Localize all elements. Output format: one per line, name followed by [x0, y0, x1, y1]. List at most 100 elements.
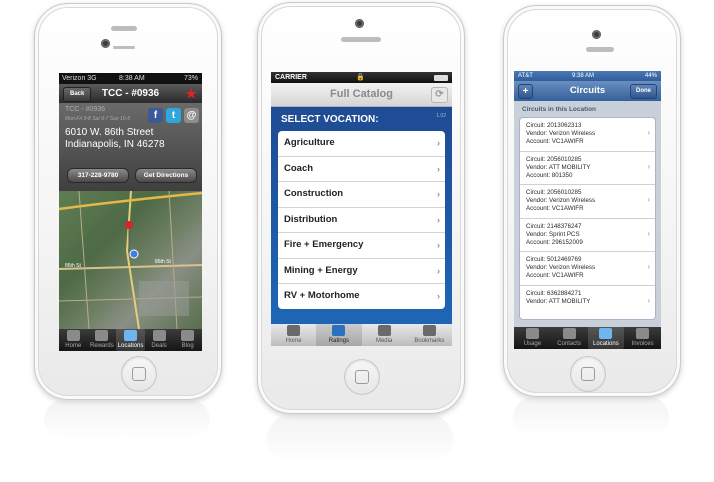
map-street-label-2: 86th St [155, 259, 171, 265]
list-item[interactable]: Mining + Energy › [278, 259, 445, 284]
home-icon [287, 325, 301, 336]
circuit-account: Account: VC1AWIFR [526, 272, 584, 280]
tab-contacts[interactable]: Contacts [551, 327, 588, 349]
time-text: 8:38 AM [119, 75, 145, 82]
earpiece-speaker [113, 46, 135, 49]
vocation-panel: SELECT VOCATION: 1.02 Agriculture › Coach… [271, 107, 452, 324]
chevron-right-icon: › [437, 138, 440, 148]
circuits-panel: Circuits in this Location Circuit: 20130… [514, 101, 661, 327]
circuit-account: Account: VC1AWIFR [526, 138, 584, 146]
version-text: 1.02 [436, 113, 446, 119]
battery-text: 44% [644, 73, 657, 79]
facebook-icon[interactable]: f [148, 108, 163, 123]
tab-home[interactable]: Home [271, 324, 316, 346]
list-item[interactable]: Construction › [278, 182, 445, 208]
circuit-number: Circuit: 2056010285 [526, 155, 582, 163]
back-button[interactable]: Back [63, 87, 92, 102]
list-item[interactable]: Circuit: 2148376247 Vendor: Sprint PCS A… [520, 219, 655, 252]
get-directions-button[interactable]: Get Directions [135, 168, 197, 183]
home-button[interactable] [344, 359, 380, 395]
front-camera [101, 39, 110, 48]
carrier-text: AT&T [518, 73, 533, 79]
tab-blog[interactable]: Blog [173, 329, 202, 351]
nav-title: Full Catalog [330, 88, 393, 100]
tab-locations[interactable]: Locations [116, 329, 145, 351]
tab-rewards[interactable]: Rewards [88, 329, 117, 351]
list-item[interactable]: Distribution › [278, 208, 445, 233]
tab-invoices[interactable]: Invoices [624, 327, 661, 349]
screen-locations-app: Verizon 3G 8:38 AM 73% Back TCC - #0936 … [59, 73, 202, 351]
chevron-right-icon: › [647, 195, 650, 204]
tab-label: Contacts [557, 341, 581, 347]
item-label: Mining + Energy [284, 264, 358, 276]
tab-ratings[interactable]: Ratings [316, 324, 362, 346]
twitter-icon[interactable]: t [166, 108, 181, 123]
email-icon[interactable]: @ [184, 108, 199, 123]
contacts-icon [562, 328, 576, 339]
tab-label: Locations [593, 341, 619, 347]
list-item[interactable]: RV + Motorhome › [278, 284, 445, 309]
home-button[interactable] [570, 356, 606, 392]
tab-deals[interactable]: Deals [145, 329, 174, 351]
tab-label: Usage [523, 341, 542, 347]
call-button[interactable]: 317-228-9780 [67, 168, 129, 183]
done-button[interactable]: Done [630, 84, 657, 99]
circuit-vendor: Vendor: Sprint PCS [526, 230, 580, 238]
refresh-icon[interactable]: ⟳ [431, 87, 448, 103]
usage-icon [525, 328, 539, 339]
chevron-right-icon: › [647, 228, 650, 238]
circuit-vendor: Vendor: ATT MOBILITY [526, 297, 591, 305]
item-label: Fire + Emergency [284, 239, 364, 250]
tab-media[interactable]: Media [362, 324, 407, 346]
circuit-vendor: Vendor: Verizon Wireless [526, 197, 596, 205]
tab-label: Media [375, 338, 393, 344]
tab-home[interactable]: Home [59, 329, 88, 351]
nav-bar: + Circuits Done [514, 81, 661, 101]
star-icon[interactable]: ★ [185, 85, 197, 102]
add-button[interactable]: + [518, 84, 533, 99]
chevron-right-icon: › [647, 262, 650, 271]
circuit-vendor: Vendor: Verizon Wireless [526, 264, 596, 272]
lock-icon: 🔒 [356, 74, 365, 81]
tab-usage[interactable]: Usage [514, 327, 551, 349]
time-text: 9:38 AM [572, 73, 595, 79]
circuit-account: Account: VC1AWIFR [526, 205, 584, 213]
map-roads [59, 191, 202, 329]
home-icon [66, 330, 80, 341]
tab-label: Ratings [328, 338, 350, 344]
tab-label: Home [285, 338, 302, 344]
circuit-number: Circuit: 2013062313 [526, 122, 582, 129]
chevron-right-icon: › [437, 240, 440, 250]
locations-icon [123, 330, 137, 341]
list-item[interactable]: Coach › [278, 157, 445, 182]
phone-left: Verizon 3G 8:38 AM 73% Back TCC - #0936 … [34, 3, 222, 400]
map-view[interactable]: 86th St 86th St [59, 191, 202, 329]
circuit-number: Circuit: 6362884271 [526, 289, 582, 297]
list-item[interactable]: Agriculture › [278, 131, 445, 157]
store-hours: Mon-Fri 9-8 Sat 9-7 Sun 10-5 [65, 116, 131, 122]
carrier-text: CARRIER [275, 74, 307, 81]
map-street-label: 86th St [65, 263, 81, 269]
media-icon [377, 325, 391, 336]
tab-bookmarks[interactable]: Bookmarks [407, 324, 452, 346]
select-vocation-heading: SELECT VOCATION: [281, 114, 379, 125]
home-button[interactable] [121, 356, 157, 392]
tab-label: Locations [117, 343, 144, 349]
circuit-vendor: Vendor: Verizon Wireless [526, 130, 596, 138]
list-item[interactable]: Circuit: 6362884271 Vendor: ATT MOBILITY… [520, 286, 655, 320]
address-line-1: 6010 W. 86th Street [65, 127, 154, 138]
list-item[interactable]: Circuit: 2013062313 Vendor: Verizon Wire… [520, 118, 655, 152]
tab-label: Invoices [631, 341, 654, 347]
blog-icon [181, 330, 195, 341]
phone-center-reflection [267, 414, 453, 464]
carrier-text: Verizon 3G [62, 75, 97, 82]
list-item[interactable]: Circuit: 2056010285 Vendor: Verizon Wire… [520, 185, 655, 219]
front-camera [355, 19, 364, 28]
list-item[interactable]: Circuit: 5012469769 Vendor: Verizon Wire… [520, 252, 655, 286]
list-item[interactable]: Circuit: 2056010285 Vendor: ATT MOBILITY… [520, 152, 655, 185]
earpiece-speaker [341, 37, 381, 42]
tab-locations[interactable]: Locations [587, 327, 625, 349]
bookmarks-icon [422, 325, 436, 336]
list-item[interactable]: Fire + Emergency › [278, 233, 445, 259]
item-label: Coach [284, 162, 314, 174]
